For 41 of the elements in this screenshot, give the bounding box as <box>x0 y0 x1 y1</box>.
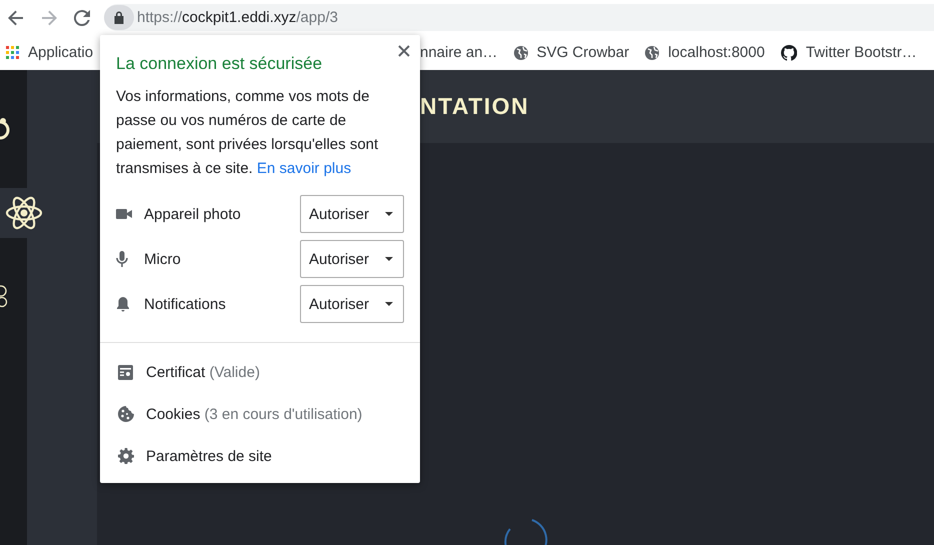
bookmark-link[interactable]: Twitter Bootstr… <box>780 44 917 61</box>
cat-silhouette-icon <box>780 44 797 60</box>
lock-icon <box>114 11 124 24</box>
forward-arrow-icon <box>41 10 57 26</box>
site-info-button[interactable] <box>104 5 134 30</box>
bookmark-link[interactable]: SVG Crowbar <box>514 44 630 61</box>
bookmark-link[interactable]: nnaire an… <box>420 44 498 61</box>
settings-gear-icon <box>118 448 134 464</box>
site-info-link[interactable]: Cookies (3 en cours d'utilisation) <box>100 393 420 435</box>
site-info-link[interactable]: Certificat (Valide) <box>100 351 420 393</box>
reload-icon <box>74 10 90 26</box>
cookie-icon <box>118 406 134 422</box>
apps-grid-icon <box>6 46 19 59</box>
security-description: Vos informations, comme vos mots de passe ou vos numéros de carte de paiement, sont privées lorsqu'elles sont transmises à ce site. En savoir plus <box>116 87 380 179</box>
globe-icon <box>645 46 660 60</box>
caret-icon <box>385 257 393 261</box>
bookmark-link[interactable]: Applicatio <box>6 44 94 61</box>
bookmark-link[interactable]: localhost:8000 <box>645 44 765 61</box>
video-camera-icon <box>116 208 132 220</box>
bell-icon <box>116 296 130 312</box>
close-button[interactable] <box>397 44 411 58</box>
page-title: NTATION <box>420 93 530 120</box>
caret-icon <box>385 212 393 216</box>
site-info-link[interactable]: Paramètres de site <box>100 435 420 477</box>
caret-icon <box>385 302 393 306</box>
permission-select[interactable]: Autoriser <box>300 285 404 323</box>
address-bar[interactable]: https://cockpit1.eddi.xyz/app/3 <box>104 4 934 31</box>
url-text: https://cockpit1.eddi.xyz/app/3 <box>137 9 338 26</box>
permission-label: Appareil photo <box>144 206 242 222</box>
atom-icon <box>5 194 43 232</box>
permission-label: Notifications <box>144 296 227 312</box>
permission-select[interactable]: Autoriser <box>300 240 404 278</box>
permission-select[interactable]: Autoriser <box>300 195 404 233</box>
popup-title: La connexion est sécurisée <box>116 53 324 75</box>
back-arrow-icon <box>8 10 24 26</box>
learn-more-link[interactable]: En savoir plus <box>256 160 352 177</box>
microphone-icon <box>116 251 128 267</box>
globe-icon <box>514 46 528 60</box>
certificate-icon <box>118 364 133 380</box>
close-icon <box>397 44 411 58</box>
permission-label: Micro <box>144 250 182 268</box>
